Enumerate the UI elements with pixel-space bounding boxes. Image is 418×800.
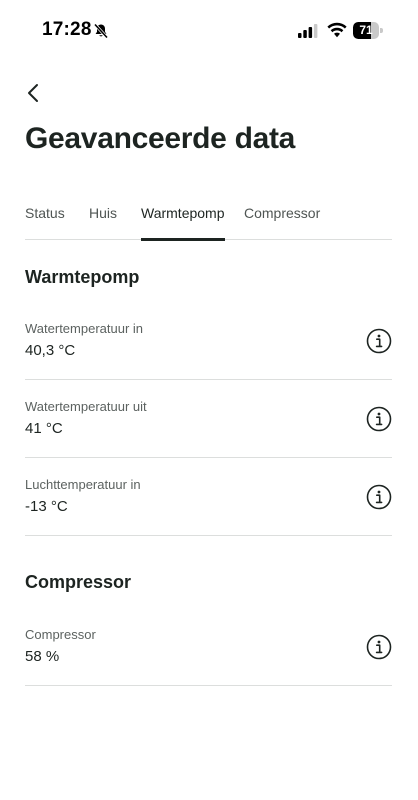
row-label: Luchttemperatuur in (25, 477, 141, 492)
battery-level: 71 (359, 23, 373, 37)
bell-slash-icon (93, 23, 109, 39)
row-label: Watertemperatuur in (25, 321, 144, 336)
row-label: Compressor (25, 627, 96, 642)
status-time: 17:28 (42, 19, 92, 40)
info-icon[interactable] (366, 634, 392, 660)
back-button[interactable] (18, 78, 48, 108)
info-icon[interactable] (366, 484, 392, 510)
battery-icon: 71 (353, 22, 383, 39)
info-icon[interactable] (366, 406, 392, 432)
row-value: -13 °C (25, 498, 68, 515)
data-row-compressor: Compressor 58 % (25, 608, 392, 686)
wifi-icon (327, 22, 347, 38)
row-value: 40,3 °C (25, 342, 76, 359)
cellular-signal-icon (298, 24, 318, 38)
row-value: 41 °C (25, 420, 63, 437)
section-heading-warmtepomp: Warmtepomp (25, 267, 140, 287)
tab-huis[interactable]: Huis (89, 198, 117, 240)
section-heading-compressor: Compressor (25, 572, 132, 592)
row-value: 58 % (25, 648, 60, 665)
tab-bar: Status Huis Warmtepomp Compressor (25, 198, 392, 241)
status-bar: 17:28 71 (0, 0, 418, 62)
tab-warmtepomp[interactable]: Warmtepomp (141, 198, 225, 241)
data-row-luchttemperatuur-in: Luchttemperatuur in -13 °C (25, 458, 392, 536)
tab-status[interactable]: Status (25, 198, 65, 240)
row-label: Watertemperatuur uit (25, 399, 147, 414)
chevron-left-icon (28, 84, 38, 102)
info-icon[interactable] (366, 328, 392, 354)
tab-compressor[interactable]: Compressor (244, 198, 320, 240)
page-title: Geavanceerde data (25, 122, 296, 155)
data-row-watertemperatuur-in: Watertemperatuur in 40,3 °C (25, 302, 392, 380)
data-row-watertemperatuur-uit: Watertemperatuur uit 41 °C (25, 380, 392, 458)
